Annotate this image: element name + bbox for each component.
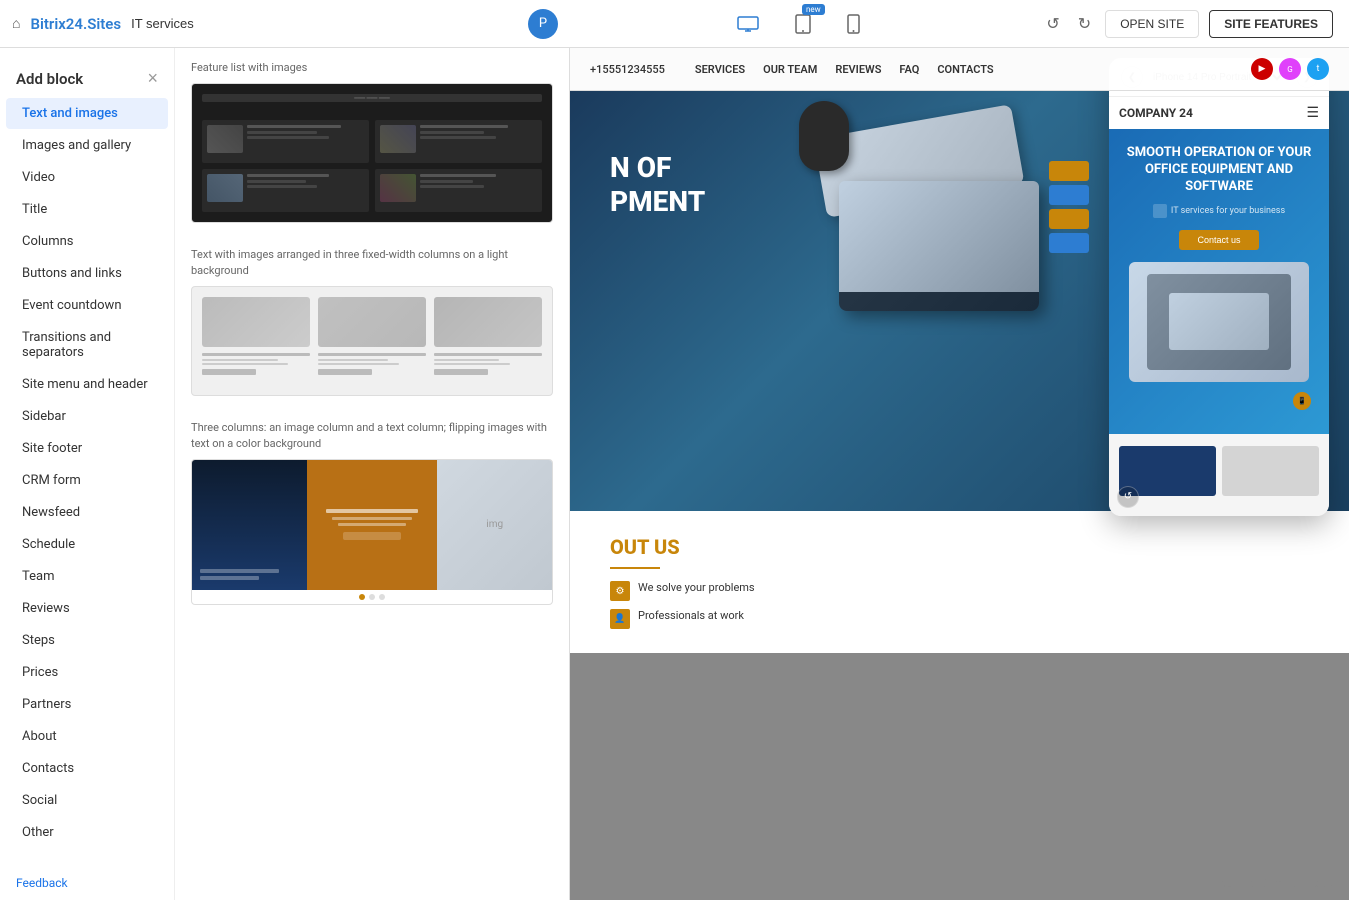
open-site-button[interactable]: OPEN SITE (1105, 10, 1199, 38)
device-switcher: new (570, 10, 1026, 38)
category-item-partners[interactable]: Partners (6, 689, 168, 720)
social-icons: ▶ G t (1251, 58, 1329, 80)
mobile-refresh-button[interactable]: ↺ (1117, 486, 1139, 508)
category-item-prices[interactable]: Prices (6, 657, 168, 688)
category-item-team[interactable]: Team (6, 561, 168, 592)
block-preview-2[interactable] (191, 286, 553, 396)
desktop-icon[interactable] (729, 12, 767, 36)
undo-button[interactable]: ↺ (1042, 10, 1063, 38)
mobile-menu-icon[interactable]: ☰ (1306, 105, 1319, 121)
category-item-about[interactable]: About (6, 721, 168, 752)
twitter-icon[interactable]: t (1307, 58, 1329, 80)
website-preview: +15551234555 SERVICES OUR TEAM REVIEWS F… (570, 48, 1349, 900)
category-item-transitions[interactable]: Transitions and separators (6, 322, 168, 368)
block-section-1: Feature list with images ━━━ ━━━ ━━━ (191, 60, 553, 223)
block-section-3: Three columns: an image column and a tex… (191, 420, 553, 605)
category-item-crm-form[interactable]: CRM form (6, 465, 168, 496)
block-section-2: Text with images arranged in three fixed… (191, 247, 553, 396)
site-nav: SERVICES OUR TEAM REVIEWS FAQ CONTACTS (695, 63, 994, 76)
category-item-reviews[interactable]: Reviews (6, 593, 168, 624)
top-bar-left: ⌂ Bitrix24.Sites P (0, 9, 570, 39)
category-item-steps[interactable]: Steps (6, 625, 168, 656)
mobile-preview-overlay: ❮ iPhone 14 Pro Portrait iPhone 14 Pro L… (1109, 58, 1329, 516)
nav-faq[interactable]: FAQ (899, 63, 919, 76)
home-icon[interactable]: ⌂ (12, 15, 20, 32)
site-features-button[interactable]: SITE FEATURES (1209, 10, 1333, 38)
panel-title: Add block (16, 70, 83, 88)
about-sub2: Professionals at work (638, 609, 744, 622)
youtube-icon[interactable]: ▶ (1251, 58, 1273, 80)
tablet-icon[interactable]: new (787, 10, 819, 38)
nav-contacts[interactable]: CONTACTS (937, 63, 993, 76)
new-badge: new (802, 4, 825, 15)
mobile-contact-button[interactable]: Contact us (1179, 230, 1259, 250)
updated-timestamp: Updated 18 minutes ago (1213, 877, 1333, 890)
top-bar-right: ↺ ↻ OPEN SITE SITE FEATURES (1026, 10, 1349, 38)
nav-reviews[interactable]: REVIEWS (835, 63, 881, 76)
mobile-icon[interactable] (839, 10, 868, 38)
nav-services[interactable]: SERVICES (695, 63, 745, 76)
category-item-site-menu[interactable]: Site menu and header (6, 369, 168, 400)
block-preview-area: Feature list with images ━━━ ━━━ ━━━ (175, 48, 569, 900)
mobile-site-bottom (1109, 434, 1329, 516)
category-item-sidebar[interactable]: Sidebar (6, 401, 168, 432)
category-list-container: Text and imagesImages and galleryVideoTi… (0, 98, 174, 848)
category-item-schedule[interactable]: Schedule (6, 529, 168, 560)
block-desc-3: Three columns: an image column and a tex… (191, 420, 553, 451)
category-item-event-countdown[interactable]: Event countdown (6, 290, 168, 321)
add-block-panel: Add block × Text and imagesImages and ga… (0, 48, 570, 900)
nav-our-team[interactable]: OUR TEAM (763, 63, 817, 76)
site-phone: +15551234555 (590, 63, 665, 76)
block-preview-3[interactable]: img (191, 459, 553, 605)
category-item-columns[interactable]: Columns (6, 226, 168, 257)
hero-text: N OF PMENT (610, 151, 1309, 218)
category-item-images-gallery[interactable]: Images and gallery (6, 130, 168, 161)
category-item-contacts[interactable]: Contacts (6, 753, 168, 784)
feedback-link[interactable]: Feedback (16, 876, 68, 890)
mobile-company-name: COMPANY 24 (1119, 106, 1193, 120)
close-button[interactable]: × (147, 68, 158, 89)
mobile-company-header: COMPANY 24 ☰ (1109, 97, 1329, 129)
category-item-newsfeed[interactable]: Newsfeed (6, 497, 168, 528)
about-section: OUT US ⚙ We solve your problems 👤 Profes… (570, 511, 1349, 653)
category-item-video[interactable]: Video (6, 162, 168, 193)
avatar: P (528, 9, 558, 39)
block-preview-1[interactable]: ━━━ ━━━ ━━━ (191, 83, 553, 223)
redo-button[interactable]: ↻ (1074, 10, 1095, 38)
category-item-site-footer[interactable]: Site footer (6, 433, 168, 464)
google-icon[interactable]: G (1279, 58, 1301, 80)
site-name-input[interactable] (131, 16, 251, 31)
mobile-laptop-image (1129, 262, 1309, 382)
main-layout: Add block × Text and imagesImages and ga… (0, 48, 1349, 900)
about-title: OUT US (610, 535, 1309, 559)
category-list: Add block × Text and imagesImages and ga… (0, 48, 175, 900)
block-desc-2: Text with images arranged in three fixed… (191, 247, 553, 278)
category-item-other[interactable]: Other (6, 817, 168, 848)
block-desc-1: Feature list with images (191, 60, 553, 75)
category-item-social[interactable]: Social (6, 785, 168, 816)
category-item-text-images[interactable]: Text and images (6, 98, 168, 129)
about-sub1: We solve your problems (638, 581, 755, 594)
brand-name: Bitrix24.Sites (30, 15, 121, 33)
category-item-buttons-links[interactable]: Buttons and links (6, 258, 168, 289)
category-item-title[interactable]: Title (6, 194, 168, 225)
top-bar: ⌂ Bitrix24.Sites P new ↺ ↻ OPEN SITE SIT… (0, 0, 1349, 48)
